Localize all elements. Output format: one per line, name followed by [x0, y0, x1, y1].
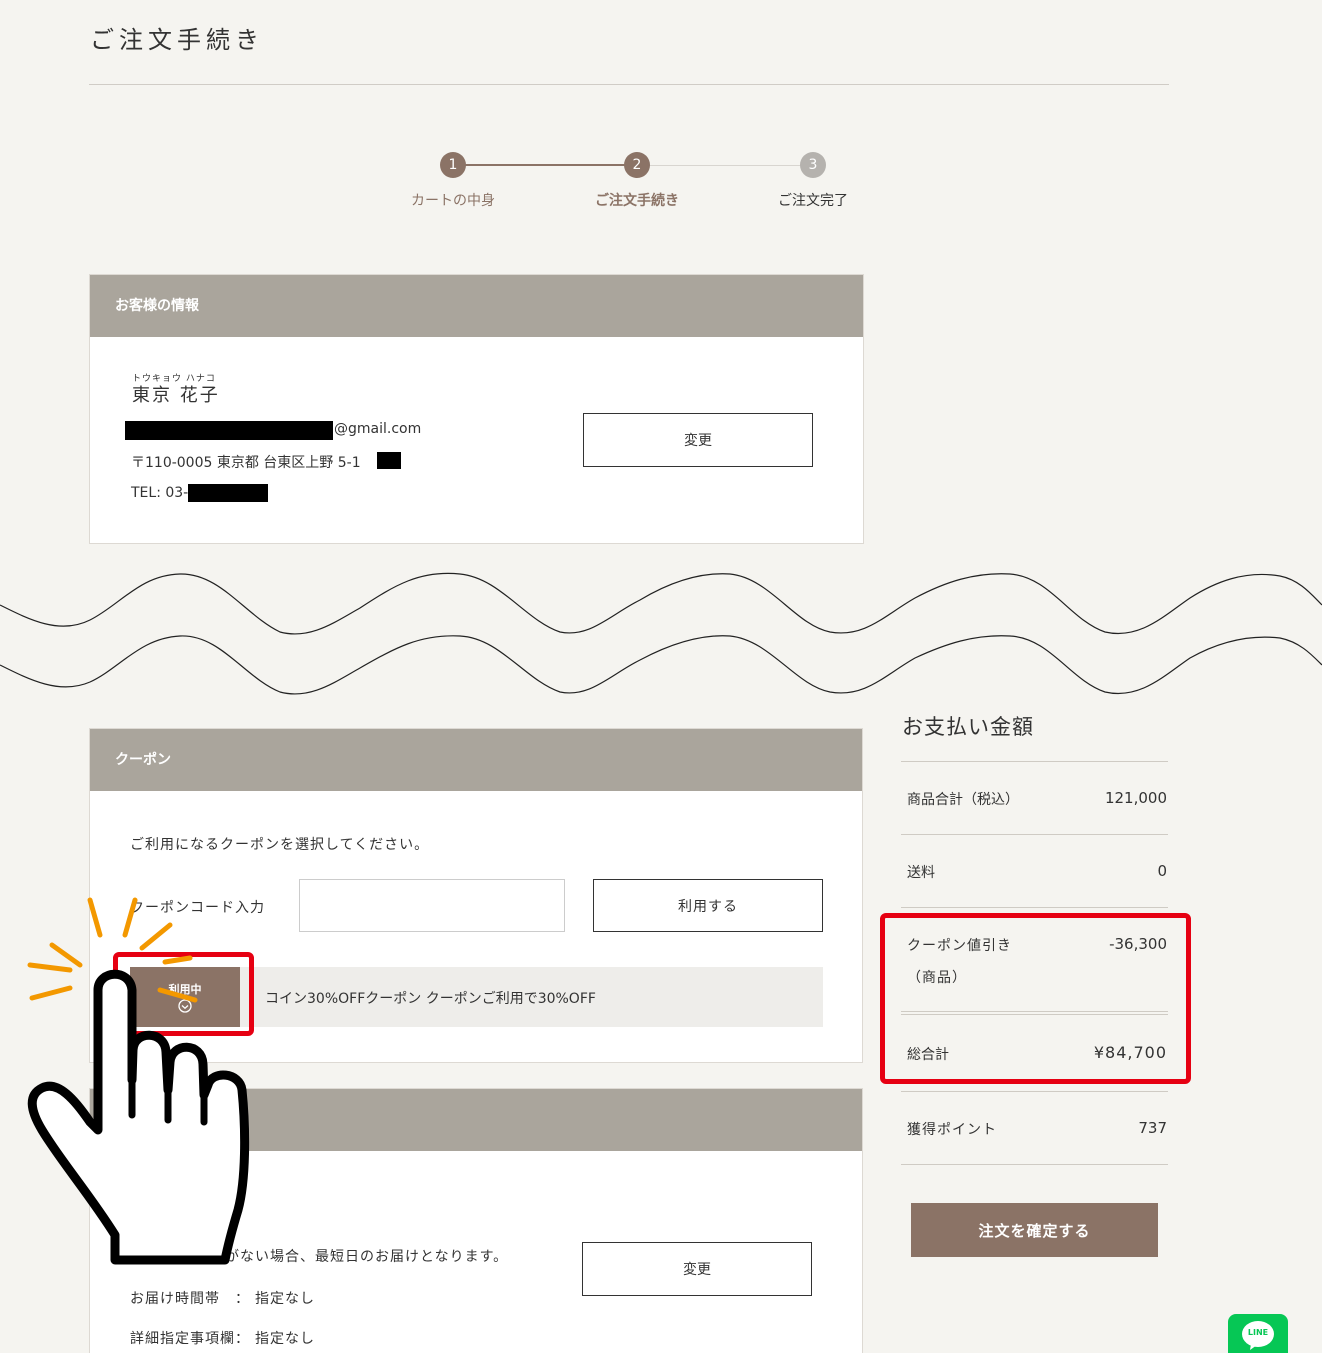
customer-change-button[interactable]: 変更: [583, 413, 813, 467]
stepper-line-done: [452, 164, 636, 166]
step-1-circle: 1: [440, 152, 466, 178]
shipping-label: 送料: [907, 865, 935, 881]
summary-divider: [901, 761, 1168, 762]
title-divider: [89, 84, 1169, 85]
subtotal-value: 121,000: [1104, 789, 1167, 807]
confirm-order-button[interactable]: 注文を確定する: [911, 1203, 1158, 1257]
step-3-label: ご注文完了: [778, 193, 848, 209]
redaction-address: [377, 452, 401, 469]
delivery-detail-value: 指定なし: [255, 1331, 315, 1347]
customer-tel: TEL: 03-: [131, 485, 189, 501]
summary-divider: [901, 1091, 1168, 1092]
redaction-tel: [188, 484, 268, 502]
delivery-time-label: お届け時間帯 ：: [130, 1291, 250, 1307]
pointing-hand-illustration: [27, 897, 250, 1265]
step-2-label: ご注文手続き: [595, 193, 679, 209]
coupon-code-input[interactable]: [299, 879, 565, 932]
delivery-detail-label: 詳細指定事項欄：: [130, 1331, 250, 1347]
line-chat-button[interactable]: LINE: [1228, 1314, 1288, 1353]
page-title: ご注文手続き: [90, 26, 264, 54]
highlight-summary-discount: [880, 913, 1191, 1084]
coupon-description: コイン30%OFFクーポン クーポンご利用で30%OFF: [265, 991, 596, 1007]
coupon-header: クーポン: [90, 729, 862, 791]
redaction-email: [125, 421, 333, 440]
wavy-separator: [0, 572, 1322, 695]
shipping-value: 0: [1157, 862, 1167, 880]
summary-divider: [901, 1164, 1168, 1165]
coupon-instruction: ご利用になるクーポンを選択してください。: [130, 837, 430, 853]
stepper-line-todo: [636, 165, 812, 166]
delivery-change-button[interactable]: 変更: [582, 1242, 812, 1296]
delivery-time-value: 指定なし: [255, 1291, 315, 1307]
step-2-circle: 2: [624, 152, 650, 178]
coupon-apply-button[interactable]: 利用する: [593, 879, 823, 932]
summary-title: お支払い金額: [902, 715, 1034, 739]
customer-info-header: お客様の情報: [90, 275, 863, 337]
points-label: 獲得ポイント: [907, 1122, 997, 1138]
step-1-label: カートの中身: [411, 193, 495, 209]
summary-divider: [901, 834, 1168, 835]
customer-info-panel: お客様の情報 トウキョウ ハナコ 東京 花子 @gmail.com 〒110-0…: [89, 274, 864, 544]
summary-divider: [901, 907, 1168, 908]
customer-name: 東京 花子: [132, 385, 220, 406]
customer-address: 〒110-0005 東京都 台東区上野 5-1: [131, 455, 361, 471]
step-3-circle: 3: [800, 152, 826, 178]
subtotal-label: 商品合計（税込）: [907, 792, 1019, 808]
points-value: 737: [1138, 1119, 1167, 1137]
line-label: LINE: [1247, 1328, 1269, 1337]
customer-email: @gmail.com: [334, 421, 422, 437]
